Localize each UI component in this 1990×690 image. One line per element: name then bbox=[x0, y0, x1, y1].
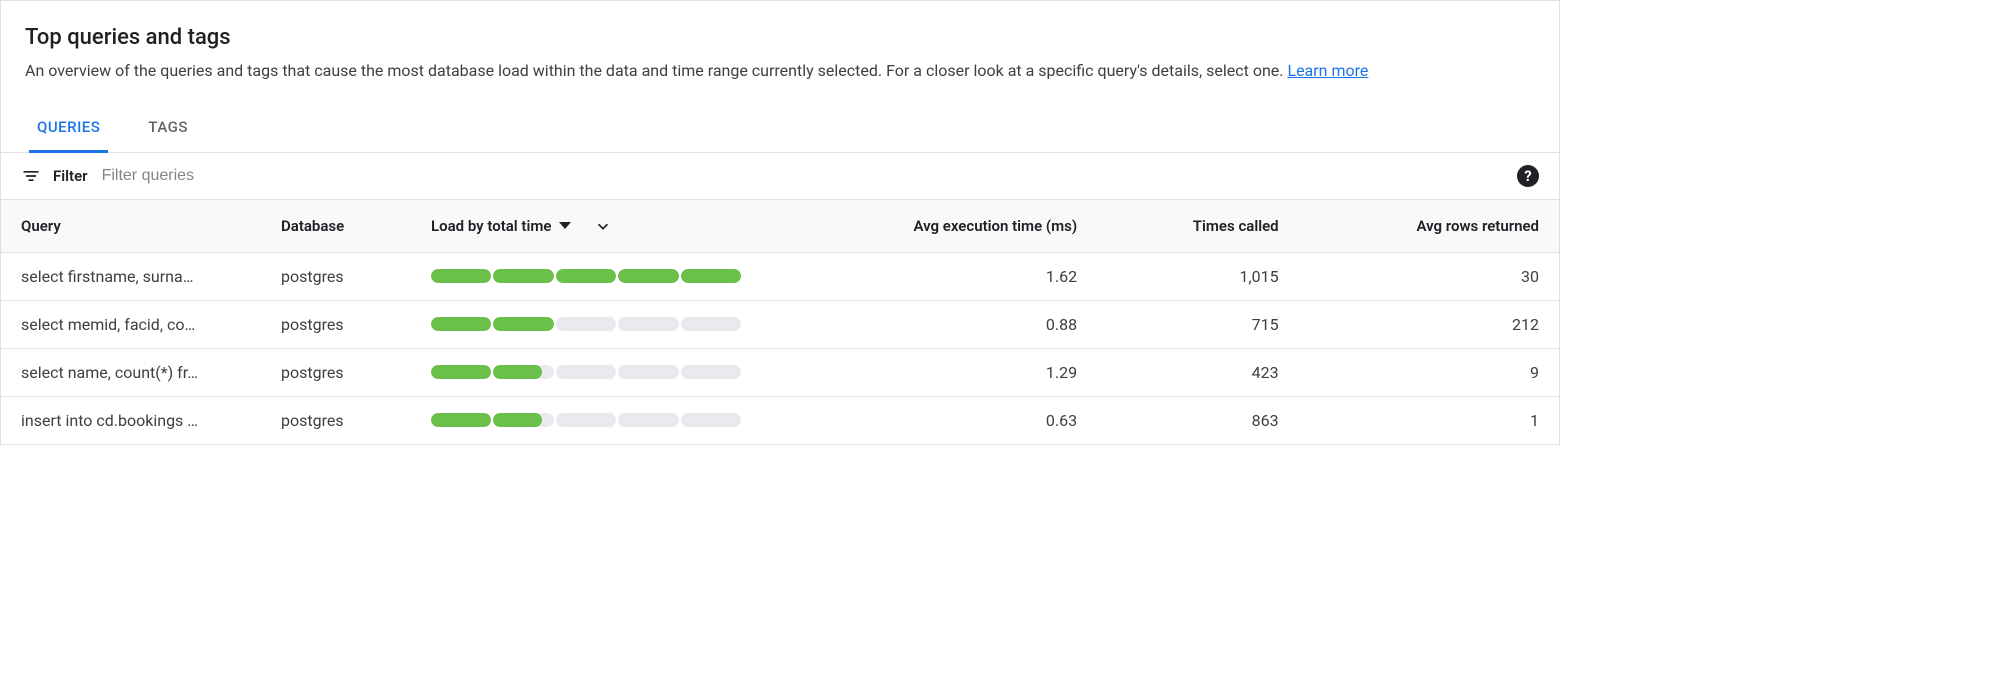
tab-queries[interactable]: Queries bbox=[29, 104, 108, 153]
load-bar-segment bbox=[618, 413, 678, 427]
load-bar-segment bbox=[431, 365, 491, 379]
times-called-cell: 1,015 bbox=[1097, 252, 1299, 300]
sort-desc-icon bbox=[593, 214, 613, 238]
section-title: Top queries and tags bbox=[25, 25, 1535, 50]
times-called-cell: 423 bbox=[1097, 348, 1299, 396]
load-bar-segment bbox=[556, 365, 616, 379]
database-cell: postgres bbox=[261, 396, 411, 444]
load-bar-segment bbox=[681, 365, 741, 379]
load-bar-segment bbox=[493, 365, 553, 379]
help-icon[interactable]: ? bbox=[1517, 165, 1539, 187]
section-header: Top queries and tags An overview of the … bbox=[1, 1, 1559, 84]
filter-input[interactable] bbox=[100, 166, 1505, 186]
load-bar-segment bbox=[618, 365, 678, 379]
avg-exec-cell: 0.63 bbox=[771, 396, 1097, 444]
load-bar-segment bbox=[618, 269, 678, 283]
load-bar bbox=[431, 365, 741, 379]
times-called-cell: 863 bbox=[1097, 396, 1299, 444]
avg-rows-cell: 1 bbox=[1299, 396, 1559, 444]
filter-bar: Filter ? bbox=[1, 153, 1559, 200]
filter-label: Filter bbox=[53, 167, 88, 185]
table-row[interactable]: insert into cd.bookings …postgres 0.63863… bbox=[1, 396, 1559, 444]
load-bar-segment bbox=[556, 317, 616, 331]
load-bar-segment bbox=[681, 269, 741, 283]
col-load-label: Load by total time bbox=[431, 217, 551, 235]
load-bar bbox=[431, 269, 741, 283]
col-avg-rows[interactable]: Avg rows returned bbox=[1299, 200, 1559, 253]
load-bar bbox=[431, 317, 741, 331]
avg-rows-cell: 30 bbox=[1299, 252, 1559, 300]
col-times-called[interactable]: Times called bbox=[1097, 200, 1299, 253]
load-cell bbox=[411, 348, 771, 396]
table-row[interactable]: select firstname, surna…postgres 1.621,01… bbox=[1, 252, 1559, 300]
table-body: select firstname, surna…postgres1.621,01… bbox=[1, 252, 1559, 444]
times-called-cell: 715 bbox=[1097, 300, 1299, 348]
table-header-row: Query Database Load by total time Avg ex… bbox=[1, 200, 1559, 253]
load-bar-segment bbox=[431, 269, 491, 283]
load-bar bbox=[431, 413, 741, 427]
load-bar-segment bbox=[681, 317, 741, 331]
database-cell: postgres bbox=[261, 348, 411, 396]
avg-exec-cell: 0.88 bbox=[771, 300, 1097, 348]
tab-tags[interactable]: Tags bbox=[140, 104, 196, 153]
avg-rows-cell: 212 bbox=[1299, 300, 1559, 348]
load-bar-segment bbox=[431, 413, 491, 427]
avg-exec-cell: 1.62 bbox=[771, 252, 1097, 300]
load-cell bbox=[411, 252, 771, 300]
dropdown-caret-icon bbox=[559, 222, 571, 229]
load-bar-segment bbox=[493, 413, 553, 427]
table-row[interactable]: select memid, facid, co…postgres 0.887152… bbox=[1, 300, 1559, 348]
table-row[interactable]: select name, count(*) fr…postgres 1.29423… bbox=[1, 348, 1559, 396]
query-cell[interactable]: select memid, facid, co… bbox=[1, 300, 261, 348]
load-bar-segment bbox=[431, 317, 491, 331]
load-bar-segment bbox=[681, 413, 741, 427]
section-description: An overview of the queries and tags that… bbox=[25, 58, 1535, 84]
load-cell bbox=[411, 300, 771, 348]
load-bar-segment bbox=[493, 269, 553, 283]
col-avg-exec[interactable]: Avg execution time (ms) bbox=[771, 200, 1097, 253]
filter-icon bbox=[21, 166, 41, 186]
database-cell: postgres bbox=[261, 300, 411, 348]
col-load[interactable]: Load by total time bbox=[411, 200, 771, 253]
col-database[interactable]: Database bbox=[261, 200, 411, 253]
tab-bar: Queries Tags bbox=[1, 104, 1559, 153]
learn-more-link[interactable]: Learn more bbox=[1287, 61, 1368, 80]
avg-rows-cell: 9 bbox=[1299, 348, 1559, 396]
load-cell bbox=[411, 396, 771, 444]
database-cell: postgres bbox=[261, 252, 411, 300]
col-query[interactable]: Query bbox=[1, 200, 261, 253]
panel: Top queries and tags An overview of the … bbox=[0, 0, 1560, 445]
load-bar-segment bbox=[618, 317, 678, 331]
query-cell[interactable]: select firstname, surna… bbox=[1, 252, 261, 300]
avg-exec-cell: 1.29 bbox=[771, 348, 1097, 396]
load-bar-segment bbox=[556, 269, 616, 283]
description-text: An overview of the queries and tags that… bbox=[25, 61, 1287, 80]
query-cell[interactable]: insert into cd.bookings … bbox=[1, 396, 261, 444]
queries-table: Query Database Load by total time Avg ex… bbox=[1, 200, 1559, 444]
load-bar-segment bbox=[493, 317, 553, 331]
query-cell[interactable]: select name, count(*) fr… bbox=[1, 348, 261, 396]
load-bar-segment bbox=[556, 413, 616, 427]
